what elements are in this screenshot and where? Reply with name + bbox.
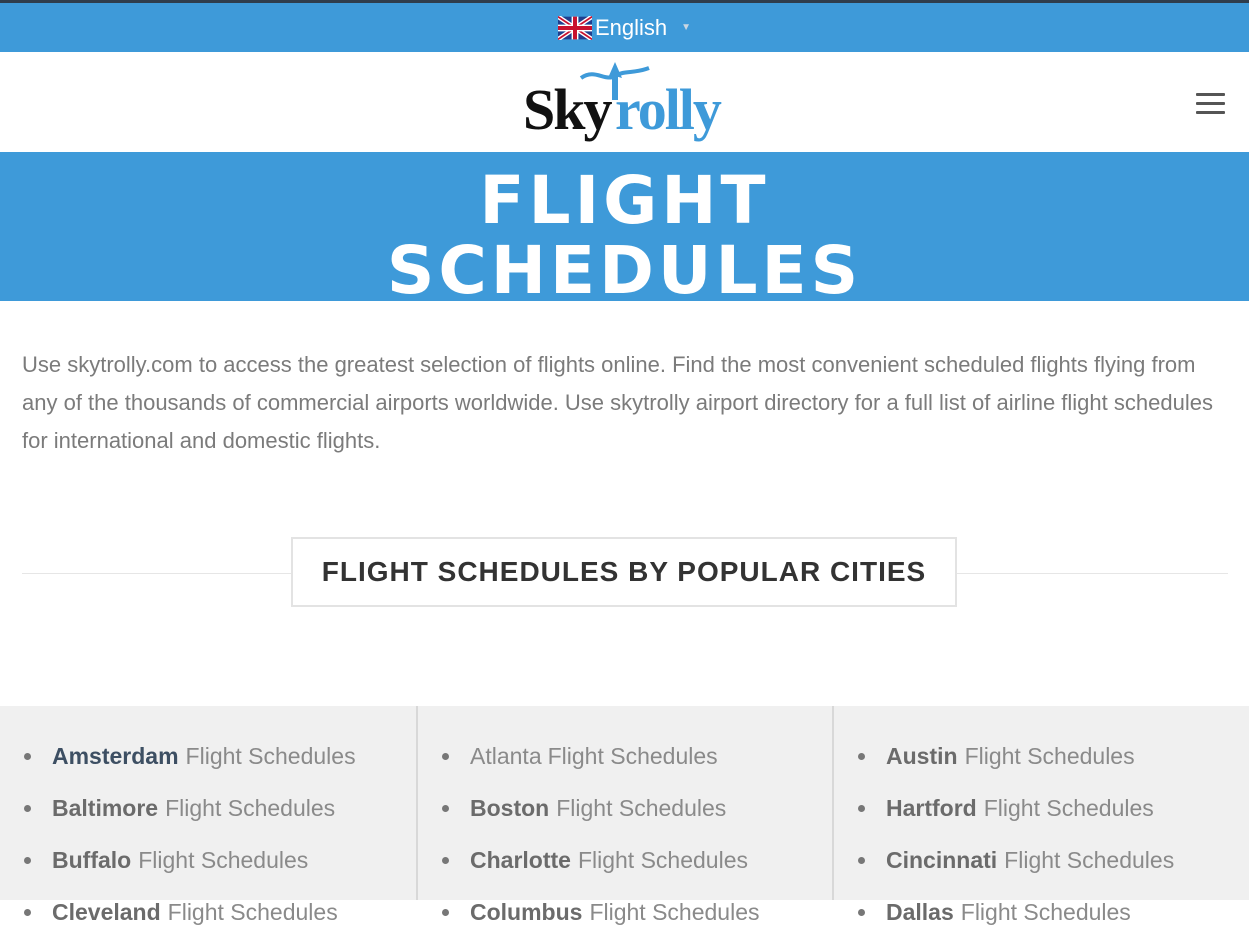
- language-bar: English ▼: [0, 3, 1249, 52]
- city-link-hartford[interactable]: Hartford Flight Schedules: [858, 782, 1248, 834]
- city-suffix: Flight Schedules: [964, 742, 1135, 769]
- site-header: Sky rolly: [0, 52, 1249, 152]
- bullet-icon: [442, 752, 449, 760]
- logo-text-rolly: rolly: [615, 77, 722, 142]
- city-list: Atlanta Flight Schedules Boston Flight Sche…: [418, 706, 832, 938]
- city-link-austin[interactable]: Austin Flight Schedules: [858, 730, 1248, 782]
- city-suffix: Flight Schedules: [165, 794, 336, 821]
- bullet-icon: [858, 752, 865, 760]
- city-link-charlotte[interactable]: Charlotte Flight Schedules: [442, 834, 832, 886]
- city-suffix: Flight Schedules: [983, 794, 1154, 821]
- city-column: Amsterdam Flight Schedules Baltimore Flight…: [0, 706, 416, 925]
- city-link-cincinnati[interactable]: Cincinnati Flight Schedules: [858, 834, 1248, 886]
- city-name: Charlotte: [470, 846, 571, 873]
- skytrolly-logo[interactable]: Sky rolly: [523, 60, 729, 148]
- bullet-icon: [858, 804, 865, 812]
- city-link-boston[interactable]: Boston Flight Schedules: [442, 782, 832, 834]
- city-list: Austin Flight Schedules Hartford Flight Sch…: [834, 706, 1248, 938]
- popular-cities-list: Amsterdam Flight Schedules Baltimore Flight…: [0, 706, 1249, 925]
- city-suffix: Flight Schedules: [167, 898, 338, 925]
- city-name: Austin: [886, 742, 958, 769]
- page-title-line-1: FLIGHT: [479, 162, 770, 239]
- city-name: Columbus: [470, 898, 583, 925]
- city-link-amsterdam[interactable]: Amsterdam Flight Schedules: [24, 730, 416, 782]
- city-suffix: Flight Schedules: [556, 794, 727, 821]
- language-label: English: [594, 14, 668, 40]
- city-column: Austin Flight Schedules Hartford Flight Sch…: [832, 706, 1248, 925]
- city-suffix: Flight Schedules: [185, 742, 356, 769]
- city-suffix: Flight Schedules: [1004, 846, 1175, 873]
- city-name: Hartford: [886, 794, 977, 821]
- page-title-line-2: SCHEDULES: [386, 232, 863, 309]
- city-link-buffalo[interactable]: Buffalo Flight Schedules: [24, 834, 416, 886]
- bullet-icon: [858, 908, 865, 916]
- city-link-cleveland[interactable]: Cleveland Flight Schedules: [24, 886, 416, 938]
- section-heading-box: FLIGHT SCHEDULES BY POPULAR CITIES: [291, 537, 957, 607]
- city-suffix: Flight Schedules: [589, 898, 760, 925]
- bullet-icon: [24, 856, 31, 864]
- city-suffix: Flight Schedules: [960, 898, 1131, 925]
- city-suffix: Flight Schedules: [138, 846, 309, 873]
- bullet-icon: [442, 856, 449, 864]
- hamburger-menu-icon[interactable]: [1195, 92, 1227, 116]
- bullet-icon: [442, 804, 449, 812]
- logo-text-sky: Sky: [523, 77, 613, 142]
- city-name: Dallas: [886, 898, 954, 925]
- bullet-icon: [24, 752, 31, 760]
- intro-paragraph: Use skytrolly.com to access the greatest…: [22, 352, 1213, 453]
- city-link-columbus[interactable]: Columbus Flight Schedules: [442, 886, 832, 938]
- bullet-icon: [442, 908, 449, 916]
- language-selector[interactable]: English ▼: [557, 14, 692, 41]
- city-name: Baltimore: [52, 794, 159, 821]
- city-name: Boston: [470, 794, 550, 821]
- caret-down-icon: ▼: [681, 22, 692, 33]
- city-column: Atlanta Flight Schedules Boston Flight Sche…: [416, 706, 832, 925]
- city-suffix: Flight Schedules: [577, 846, 748, 873]
- city-link-baltimore[interactable]: Baltimore Flight Schedules: [24, 782, 416, 834]
- uk-flag-icon: [557, 15, 592, 40]
- hero-banner: FLIGHT SCHEDULES: [0, 152, 1249, 306]
- bullet-icon: [24, 908, 31, 916]
- city-suffix: Flight Schedules: [547, 742, 718, 769]
- city-list: Amsterdam Flight Schedules Baltimore Flight…: [0, 706, 416, 938]
- bullet-icon: [24, 804, 31, 812]
- section-title: FLIGHT SCHEDULES BY POPULAR CITIES: [321, 556, 927, 587]
- city-link-dallas[interactable]: Dallas Flight Schedules: [858, 886, 1248, 938]
- city-name: Buffalo: [52, 846, 132, 873]
- city-name: Cleveland: [52, 898, 161, 925]
- city-name: Amsterdam: [52, 742, 179, 769]
- city-name: Cincinnati: [886, 846, 998, 873]
- city-link-atlanta[interactable]: Atlanta Flight Schedules: [442, 730, 832, 782]
- page-title: FLIGHT SCHEDULES: [0, 166, 1249, 306]
- bullet-icon: [858, 856, 865, 864]
- city-name: Atlanta: [470, 742, 542, 769]
